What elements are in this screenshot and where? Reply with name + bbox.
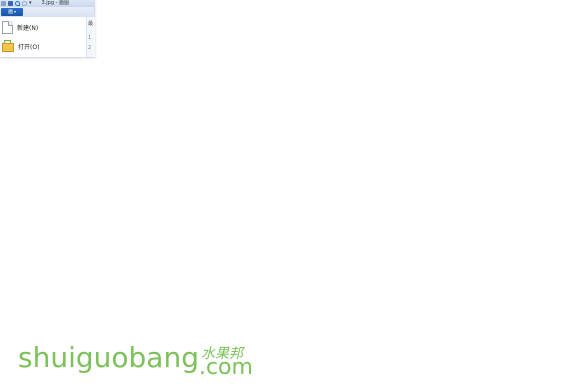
undo-icon[interactable]	[15, 1, 20, 6]
watermark-main-text: shuiguobang	[18, 341, 199, 374]
file-menu-list: 新建(N) 打开(O)	[0, 17, 86, 57]
menu-item-open-label: 打开(O)	[18, 43, 40, 51]
window-title: 3.jpg - 画图	[41, 0, 70, 6]
new-document-icon	[2, 20, 13, 34]
recent-file-2[interactable]: 2	[88, 45, 91, 51]
paint-app-icon[interactable]	[1, 1, 6, 6]
menu-item-new[interactable]: 新建(N)	[2, 19, 84, 35]
redo-icon[interactable]	[22, 1, 27, 6]
watermark-side: 水果邦 .com	[198, 341, 261, 381]
recent-files-header: 最	[88, 21, 94, 27]
watermark-logo: shuiguobang 水果邦 .com	[18, 341, 261, 381]
quick-access-dropdown-icon[interactable]: ▾	[29, 1, 32, 6]
menu-item-open[interactable]: 打开(O)	[2, 38, 84, 54]
open-folder-icon	[2, 40, 14, 52]
ribbon-bar: 画 ▾	[0, 7, 94, 17]
menu-item-new-label: 新建(N)	[17, 24, 39, 32]
save-icon[interactable]	[8, 1, 13, 6]
recent-file-1[interactable]: 1	[88, 35, 91, 41]
paint-app-window: ▾ 3.jpg - 画图 画 ▾ 新建(N) 打开(O) 最 1 2	[0, 0, 95, 58]
file-menu-label: 画	[7, 9, 13, 15]
title-bar: ▾ 3.jpg - 画图	[0, 0, 94, 7]
file-menu-button[interactable]: 画 ▾	[1, 8, 23, 16]
recent-files-panel: 最 1 2	[86, 17, 95, 57]
file-menu-caret-icon: ▾	[14, 9, 17, 14]
watermark-domain-text: .com	[198, 355, 253, 380]
